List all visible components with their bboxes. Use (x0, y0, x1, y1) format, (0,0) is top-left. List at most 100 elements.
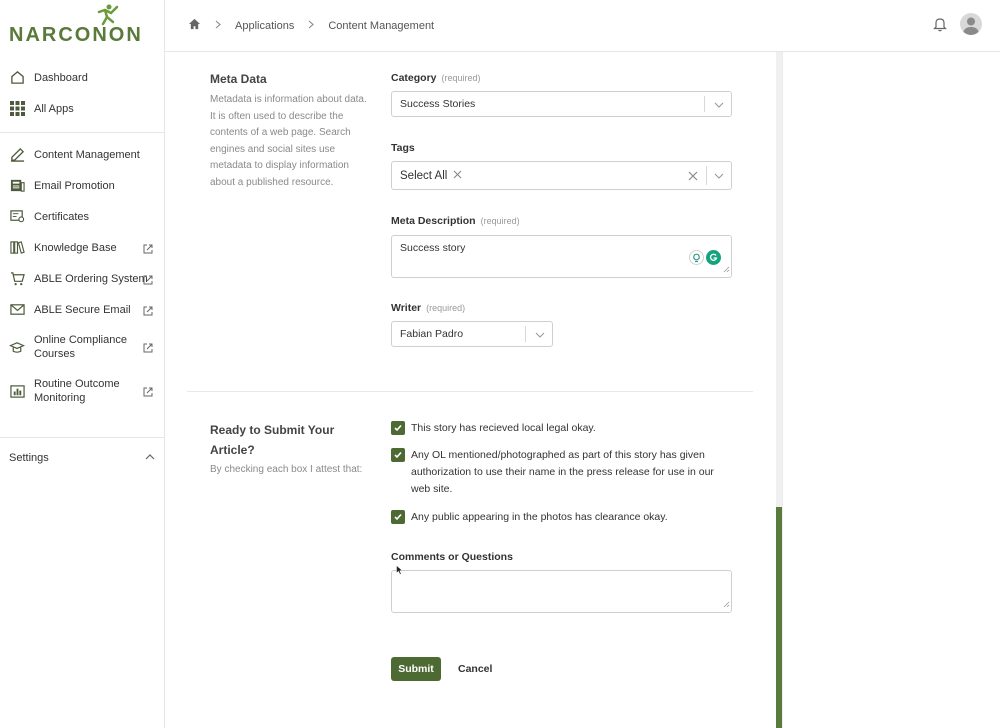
chevron-down-icon (535, 330, 545, 340)
breadcrumb-content-management[interactable]: Content Management (328, 20, 434, 32)
section-divider (187, 391, 753, 392)
sidebar-item-label: Certificates (34, 210, 90, 223)
sidebar-item-online-compliance-courses[interactable]: Online Compliance Courses (0, 325, 164, 369)
sidebar-settings[interactable]: Settings (0, 437, 164, 477)
sidebar-nav: Dashboard All Apps Content Management Em… (0, 62, 164, 413)
cancel-button[interactable]: Cancel (458, 657, 492, 681)
tag-chip-label: Select All (400, 169, 448, 182)
external-link-icon (143, 342, 153, 353)
sidebar-item-dashboard[interactable]: Dashboard (0, 62, 164, 93)
sidebar-item-routine-outcome-monitoring[interactable]: Routine Outcome Monitoring (0, 369, 164, 413)
sidebar-item-label: Knowledge Base (34, 241, 117, 254)
settings-label: Settings (9, 451, 49, 464)
sidebar-item-label: ABLE Ordering System (34, 272, 148, 285)
logo-text: NARCONON (9, 24, 143, 46)
grid-icon (9, 101, 25, 117)
required-hint: (required) (426, 303, 466, 313)
sidebar-item-content-management[interactable]: Content Management (0, 139, 164, 170)
top-right-actions (933, 13, 982, 35)
tags-select[interactable]: Select All (391, 161, 732, 190)
main-content: Meta Data Metadata is information about … (165, 52, 777, 728)
chevron-up-icon (145, 451, 155, 465)
mail-icon (9, 302, 25, 318)
sidebar-item-email-promotion[interactable]: Email Promotion (0, 170, 164, 201)
checkbox-row[interactable]: Any OL mentioned/photographed as part of… (391, 448, 731, 498)
checkbox-public-clearance[interactable] (391, 510, 405, 524)
writer-label: Writer (required) (391, 302, 465, 314)
resize-handle-icon[interactable] (723, 599, 730, 611)
checkmark-icon (394, 513, 402, 521)
comments-textarea[interactable] (391, 570, 732, 613)
lightbulb-icon[interactable] (689, 250, 704, 265)
chart-icon (9, 383, 25, 399)
external-link-icon (143, 386, 153, 397)
checkbox-label: Any OL mentioned/photographed as part of… (411, 449, 714, 495)
avatar[interactable] (960, 13, 982, 35)
meta-description-textarea[interactable]: Success story (391, 235, 732, 278)
newspaper-icon (9, 178, 25, 194)
remove-tag-icon[interactable] (453, 170, 462, 182)
sidebar-item-able-secure-email[interactable]: ABLE Secure Email (0, 294, 164, 325)
books-icon (9, 240, 25, 256)
top-bar: Applications Content Management (165, 0, 1000, 52)
submit-button[interactable]: Submit (391, 657, 441, 681)
breadcrumb: Applications Content Management (165, 18, 434, 33)
right-pane (782, 52, 1000, 728)
sidebar-item-label: Dashboard (34, 71, 88, 84)
writer-value: Fabian Padro (400, 328, 464, 340)
chevron-right-icon (308, 20, 315, 32)
sidebar-item-knowledge-base[interactable]: Knowledge Base (0, 232, 164, 263)
checkbox-ol-authorization[interactable] (391, 448, 405, 462)
clear-icon[interactable] (688, 171, 698, 184)
sidebar-item-able-ordering-system[interactable]: ABLE Ordering System (0, 263, 164, 294)
sidebar-item-label: All Apps (34, 102, 74, 115)
runner-logo-icon (97, 4, 119, 26)
checkbox-label: This story has recieved local legal okay… (411, 422, 596, 434)
chevron-right-icon (215, 20, 221, 32)
sidebar-item-label: Email Promotion (34, 179, 115, 192)
checkbox-legal-okay[interactable] (391, 421, 405, 435)
checkbox-label: Any public appearing in the photos has c… (411, 511, 668, 523)
chevron-down-icon (714, 171, 724, 181)
resize-handle-icon[interactable] (723, 264, 730, 276)
category-label: Category (required) (391, 72, 481, 84)
certificate-icon (9, 209, 25, 225)
metadata-section-description: Metadata is information about data. It i… (210, 94, 367, 188)
checkbox-row[interactable]: Any public appearing in the photos has c… (391, 510, 731, 526)
tags-label: Tags (391, 142, 415, 154)
sidebar-item-label: Online Compliance Courses (34, 334, 127, 360)
edit-icon (9, 147, 25, 163)
home-icon (9, 70, 25, 86)
mouse-cursor-icon (396, 564, 403, 578)
required-hint: (required) (480, 216, 520, 226)
checkmark-icon (394, 451, 402, 459)
meta-description-label: Meta Description (required) (391, 215, 520, 227)
external-link-icon (143, 305, 153, 315)
select-divider (525, 326, 526, 342)
bell-icon[interactable] (933, 16, 947, 32)
sidebar-item-label: ABLE Secure Email (34, 303, 131, 316)
grammarly-icon[interactable] (706, 250, 721, 265)
category-label-text: Category (391, 72, 437, 84)
writer-select[interactable]: Fabian Padro (391, 321, 553, 347)
select-divider (706, 166, 707, 185)
select-divider (704, 96, 705, 112)
sidebar-item-all-apps[interactable]: All Apps (0, 93, 164, 124)
writer-label-text: Writer (391, 302, 422, 314)
metadata-section-title: Meta Data (210, 72, 267, 86)
writing-assistant-widget[interactable] (689, 250, 721, 265)
submit-section-title: Ready to Submit Your Article? (210, 423, 335, 457)
checkbox-row[interactable]: This story has recieved local legal okay… (391, 421, 731, 437)
cart-icon (9, 271, 25, 287)
narconon-logo[interactable]: NARCONON (9, 4, 154, 46)
home-icon[interactable] (188, 18, 201, 33)
tag-chip: Select All (400, 170, 462, 182)
sidebar-item-certificates[interactable]: Certificates (0, 201, 164, 232)
category-value: Success Stories (400, 98, 476, 110)
sidebar-divider (0, 132, 164, 133)
chevron-down-icon (714, 100, 724, 110)
category-select[interactable]: Success Stories (391, 91, 732, 117)
meta-description-label-text: Meta Description (391, 215, 476, 227)
breadcrumb-applications[interactable]: Applications (235, 20, 294, 32)
checkmark-icon (394, 424, 402, 432)
